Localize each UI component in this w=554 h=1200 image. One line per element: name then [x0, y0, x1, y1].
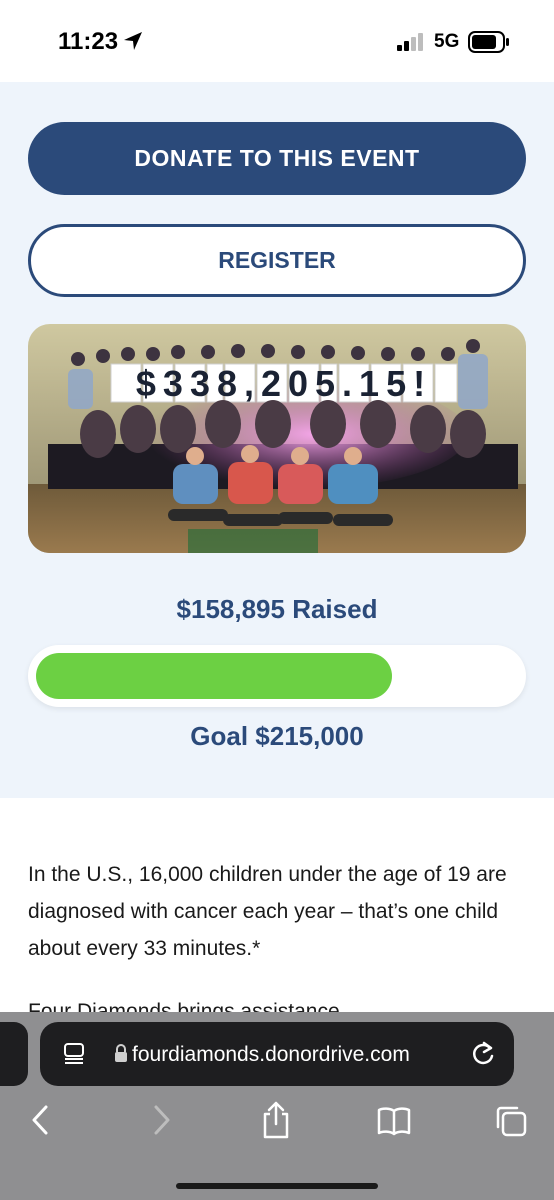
status-bar: 11:23 5G: [0, 0, 554, 82]
address-bar[interactable]: fourdiamonds.donordrive.com: [40, 1022, 514, 1086]
signal-icon: [397, 33, 423, 51]
forward-icon[interactable]: [150, 1104, 172, 1136]
share-icon[interactable]: [260, 1100, 292, 1140]
intro-paragraph: In the U.S., 16,000 children under the a…: [28, 863, 507, 960]
donate-button[interactable]: DONATE TO THIS EVENT: [28, 122, 526, 195]
fundraising-goal: Goal $215,000: [190, 721, 364, 751]
event-photo: $338,205.15!: [28, 324, 526, 553]
location-arrow-icon: [124, 32, 142, 50]
tabs-icon[interactable]: [494, 1104, 528, 1138]
progress-fill: [36, 653, 392, 699]
fundraising-progress-bar: [28, 645, 526, 707]
home-indicator: [176, 1183, 378, 1189]
network-type: 5G: [434, 31, 460, 52]
bookmarks-icon[interactable]: [376, 1106, 412, 1136]
back-icon[interactable]: [30, 1104, 52, 1136]
amount-raised: $158,895 Raised: [176, 594, 378, 624]
lock-icon: [115, 1044, 127, 1062]
previous-tab-peek[interactable]: [0, 1022, 28, 1086]
register-button[interactable]: REGISTER: [28, 224, 526, 297]
url-text: fourdiamonds.donordrive.com: [132, 1043, 410, 1066]
reader-icon[interactable]: [62, 1042, 86, 1066]
photo-sign-text: $338,205.15!: [136, 363, 432, 404]
status-time: 11:23: [58, 28, 119, 55]
battery-icon: [468, 31, 509, 53]
reload-icon[interactable]: [470, 1040, 496, 1068]
